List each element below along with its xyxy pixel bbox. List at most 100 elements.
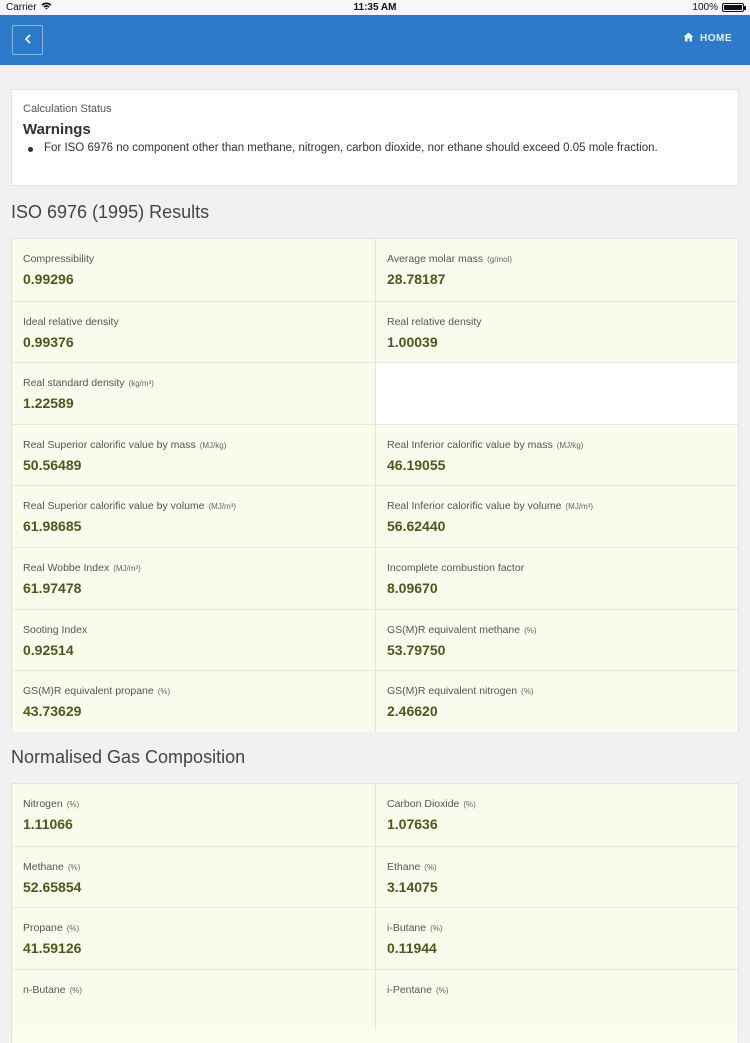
result-label-text: Ideal relative density bbox=[23, 315, 119, 328]
result-label: Ideal relative density bbox=[23, 316, 364, 328]
result-label: GS(M)R equivalent propane (%) bbox=[23, 685, 364, 697]
result-unit: (%) bbox=[66, 924, 80, 934]
result-label-text: Real Wobbe Index bbox=[23, 561, 110, 574]
table-row: Methane (%) 52.65854 Ethane (%) 3.14075 bbox=[12, 845, 738, 908]
table-row: Compressibility 0.99296 Average molar mass… bbox=[12, 239, 738, 301]
result-unit: (%) bbox=[524, 625, 537, 635]
table-row: Nitrogen (%) 1.11066 Carbon Dioxide (%) 1.076… bbox=[12, 784, 738, 846]
table-row: Ideal relative density 0.99376 Real relati… bbox=[12, 300, 738, 363]
result-cell: Sooting Index 0.92514 bbox=[12, 609, 375, 671]
result-cell: Real standard density (kg/m³) 1.22589 bbox=[12, 363, 375, 424]
result-label-text: Real Inferior calorific value by mass bbox=[387, 438, 553, 451]
result-label-text: Propane bbox=[23, 922, 63, 935]
result-label-text: Methane bbox=[23, 860, 64, 873]
result-unit: (g/mol) bbox=[487, 255, 512, 264]
home-button[interactable]: HOME bbox=[683, 32, 732, 45]
warning-item: For ISO 6976 no component other than met… bbox=[28, 142, 658, 154]
result-cell: Real Inferior calorific value by volume(… bbox=[375, 486, 738, 547]
result-label: Incomplete combustion factor bbox=[387, 562, 727, 574]
result-label: Real standard density (kg/m³) bbox=[23, 377, 364, 389]
result-cell: Real Inferior calorific value by mass (MJ… bbox=[375, 424, 738, 486]
result-label-text: i-Pentane bbox=[387, 983, 432, 996]
result-cell: Methane (%) 52.65854 bbox=[12, 846, 375, 908]
result-label-text: Real relative density bbox=[387, 315, 482, 328]
result-value: 3.14075 bbox=[387, 878, 438, 895]
result-unit: (%) bbox=[424, 862, 437, 872]
status-right: 100% bbox=[692, 2, 746, 13]
result-label-text: Compressibility bbox=[23, 253, 95, 265]
result-cell: GS(M)R equivalent propane (%) 43.73629 bbox=[12, 671, 375, 732]
result-value: 50.56489 bbox=[23, 456, 82, 473]
composition-grid: Nitrogen (%) 1.11066 Carbon Dioxide (%) 1.076… bbox=[11, 783, 739, 1043]
result-value: 1.11066 bbox=[23, 816, 73, 832]
result-cell: Ethane (%) 3.14075 bbox=[375, 846, 738, 908]
result-value: 8.09670 bbox=[387, 579, 438, 596]
result-value: 0.11944 bbox=[387, 940, 437, 957]
result-cell: n-Butane (%) bbox=[12, 969, 375, 1031]
result-cell: Real Superior calorific value by volume(… bbox=[12, 486, 375, 547]
table-row: Real standard density (kg/m³) 1.22589 bbox=[12, 362, 738, 424]
result-cell: Compressibility 0.99296 bbox=[12, 239, 375, 301]
home-icon bbox=[683, 32, 694, 45]
result-label: Real Inferior calorific value by mass (MJ… bbox=[387, 439, 727, 451]
result-label-text: GS(M)R equivalent nitrogen bbox=[387, 685, 518, 698]
result-cell: Carbon Dioxide (%) 1.07636 bbox=[375, 784, 738, 846]
result-unit: (MJ/kg) bbox=[556, 440, 584, 450]
result-cell: Propane (%) 41.59126 bbox=[12, 908, 375, 969]
result-label-text: Real Superior calorific value by mass bbox=[23, 438, 196, 451]
table-row: Propane (%) 41.59126 i-Butane (%) 0.11944 bbox=[12, 907, 738, 969]
result-label: n-Butane (%) bbox=[23, 984, 364, 996]
result-cell: GS(M)R equivalent methane (%) 53.79750 bbox=[375, 609, 738, 671]
result-cell: Incomplete combustion factor 8.09670 bbox=[375, 547, 738, 609]
result-cell: Real relative density 1.00039 bbox=[375, 301, 738, 363]
result-value: 2.46620 bbox=[387, 703, 438, 720]
clock: 11:35 AM bbox=[353, 2, 397, 13]
battery-percent: 100% bbox=[692, 2, 718, 13]
result-value: 61.97478 bbox=[23, 579, 82, 596]
result-label-text: GS(M)R equivalent propane bbox=[23, 685, 154, 698]
result-label: Carbon Dioxide (%) bbox=[387, 798, 727, 810]
result-unit: (kg/m³) bbox=[128, 379, 154, 389]
bullet-icon bbox=[28, 147, 33, 152]
result-cell: Ideal relative density 0.99376 bbox=[12, 301, 375, 363]
calculation-status-label: Calculation Status bbox=[23, 103, 112, 115]
result-label-text: Sooting Index bbox=[23, 623, 88, 636]
result-value: 56.62440 bbox=[387, 518, 446, 535]
chevron-left-icon bbox=[24, 31, 32, 49]
result-unit: (MJ/m³) bbox=[565, 502, 594, 512]
result-unit: (%) bbox=[69, 985, 83, 995]
result-unit: (MJ/m³) bbox=[208, 502, 237, 512]
result-label-text: Real Inferior calorific value by volume bbox=[387, 500, 562, 513]
battery-icon bbox=[722, 3, 746, 12]
result-cell: GS(M)R equivalent nitrogen (%) 2.46620 bbox=[375, 671, 738, 732]
result-label-text: GS(M)R equivalent methane bbox=[387, 623, 521, 636]
calculation-status-card: Calculation Status Warnings For ISO 6976… bbox=[11, 89, 739, 186]
warning-text: For ISO 6976 no component other than met… bbox=[44, 142, 658, 154]
result-cell: Nitrogen (%) 1.11066 bbox=[12, 784, 375, 846]
result-unit: (MJ/kg) bbox=[199, 440, 227, 450]
result-label-text: Average molar mass bbox=[387, 253, 484, 265]
results-section-title: ISO 6976 (1995) Results bbox=[11, 202, 210, 222]
result-label: Real Inferior calorific value by volume(… bbox=[387, 500, 727, 512]
table-row: Sooting Index 0.92514 GS(M)R equivalent me… bbox=[12, 608, 738, 671]
result-label-text: Incomplete combustion factor bbox=[387, 561, 525, 574]
nav-bar: HOME bbox=[0, 15, 750, 65]
result-label: i-Butane (%) bbox=[387, 922, 727, 934]
table-row: Real Superior calorific value by volume(… bbox=[12, 485, 738, 547]
result-value: 46.19055 bbox=[387, 456, 446, 473]
back-button[interactable] bbox=[12, 25, 43, 55]
result-unit: (MJ/m³) bbox=[113, 563, 141, 573]
result-unit: (%) bbox=[66, 800, 80, 809]
result-unit: (%) bbox=[435, 985, 449, 995]
result-value: 1.07636 bbox=[387, 816, 438, 832]
table-row: Real Wobbe Index (MJ/m³) 61.97478 Incomplet… bbox=[12, 546, 738, 609]
result-cell: Real Superior calorific value by mass (MJ… bbox=[12, 424, 375, 486]
composition-section-title: Normalised Gas Composition bbox=[11, 747, 246, 767]
result-cell: Average molar mass (g/mol) 28.78187 bbox=[375, 239, 738, 301]
result-label-text: Ethane bbox=[387, 860, 421, 873]
result-label-text: Real Superior calorific value by volume bbox=[23, 500, 205, 513]
result-value: 61.98685 bbox=[23, 518, 82, 535]
result-value: 41.59126 bbox=[23, 940, 82, 957]
result-unit: (%) bbox=[521, 687, 534, 697]
result-label-text: n-Butane bbox=[23, 983, 66, 996]
